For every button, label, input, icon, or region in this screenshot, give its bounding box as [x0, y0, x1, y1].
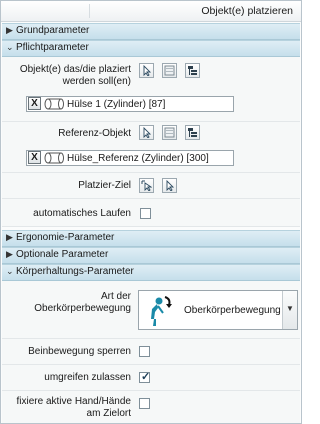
objects-field[interactable]: X Hülse 1 (Zylinder) [87]	[26, 96, 234, 112]
auto-walk-checkbox[interactable]	[140, 208, 151, 219]
collapsed-arrow-icon: ▶	[6, 232, 13, 242]
cylinder-icon	[44, 152, 64, 164]
tree-icon	[188, 66, 197, 75]
expanded-chevron-icon: ⌄	[6, 42, 14, 52]
tree-icon	[188, 128, 197, 137]
structure-button[interactable]	[185, 63, 200, 78]
reference-value: Hülse_Referenz (Zylinder) [300]	[67, 153, 209, 164]
regrip-label: umgreifen zulassen	[44, 372, 131, 383]
panel-title: Objekt(e) platzieren	[201, 5, 293, 17]
property-panel: Objekt(e) platzieren ▶ Grundparameter ⌄ …	[0, 0, 302, 424]
target-label: Platzier-Ziel	[78, 180, 131, 191]
list-icon	[164, 127, 175, 138]
cursor-icon	[166, 180, 175, 191]
objects-value: Hülse 1 (Zylinder) [87]	[67, 99, 166, 110]
target-cursor-icon	[141, 180, 152, 191]
regrip-checkbox[interactable]: ✓	[139, 371, 151, 383]
upper-body-value: Oberkörperbewegung (	[184, 305, 282, 316]
section-optionale[interactable]: ▶ Optionale Parameter	[2, 247, 300, 264]
checkmark-icon: ✓	[141, 371, 151, 383]
section-ergonomie[interactable]: ▶ Ergonomie-Parameter	[2, 230, 300, 247]
select-cursor-button[interactable]	[139, 63, 154, 78]
cursor-icon	[143, 127, 152, 138]
objects-label: Objekt(e) das/die plaziert werden soll(e…	[19, 64, 131, 87]
collapsed-arrow-icon: ▶	[6, 25, 13, 35]
fix-hands-checkbox[interactable]	[139, 398, 150, 409]
section-pflichtparameter[interactable]: ⌄ Pflichtparameter	[2, 40, 300, 57]
section-label: Optionale Parameter	[16, 249, 109, 260]
leg-lock-checkbox[interactable]	[139, 346, 150, 357]
section-label: Grundparameter	[16, 25, 90, 36]
section-grundparameter[interactable]: ▶ Grundparameter	[2, 23, 300, 40]
section-label: Körperhaltungs-Parameter	[16, 266, 134, 277]
collapsed-arrow-icon: ▶	[6, 249, 13, 259]
leg-lock-label: Beinbewegung sperren	[28, 346, 131, 357]
target-frame-button[interactable]	[139, 178, 154, 193]
cursor-icon	[143, 65, 152, 76]
list-button[interactable]	[162, 63, 177, 78]
expanded-chevron-icon: ⌄	[6, 266, 14, 276]
reference-label: Referenz-Objekt	[58, 128, 131, 139]
upper-body-combobox[interactable]: Oberkörperbewegung ( ▼	[138, 290, 298, 330]
dropdown-button[interactable]: ▼	[282, 291, 297, 329]
section-koerperhaltung[interactable]: ⌄ Körperhaltungs-Parameter	[2, 264, 300, 281]
triangle-down-icon: ▼	[286, 304, 294, 313]
fix-hands-label: fixiere aktive Hand/Hände am Zielort	[16, 396, 131, 419]
reference-structure-button[interactable]	[185, 125, 200, 140]
target-select-button[interactable]	[162, 178, 177, 193]
remove-reference-button[interactable]: X	[28, 151, 41, 164]
bending-figure-icon	[151, 296, 172, 326]
reference-field[interactable]: X Hülse_Referenz (Zylinder) [300]	[26, 150, 234, 166]
cylinder-icon	[44, 98, 64, 110]
section-label: Pflichtparameter	[16, 42, 89, 53]
upper-body-label: Art der Oberkörperbewegung	[34, 291, 131, 314]
header-divider	[89, 4, 90, 18]
reference-list-button[interactable]	[162, 125, 177, 140]
select-reference-button[interactable]	[139, 125, 154, 140]
remove-object-button[interactable]: X	[28, 97, 41, 110]
auto-walk-label: automatisches Laufen	[33, 208, 131, 219]
panel-header: Objekt(e) platzieren	[1, 1, 301, 22]
section-label: Ergonomie-Parameter	[16, 232, 115, 243]
list-icon	[164, 65, 175, 76]
